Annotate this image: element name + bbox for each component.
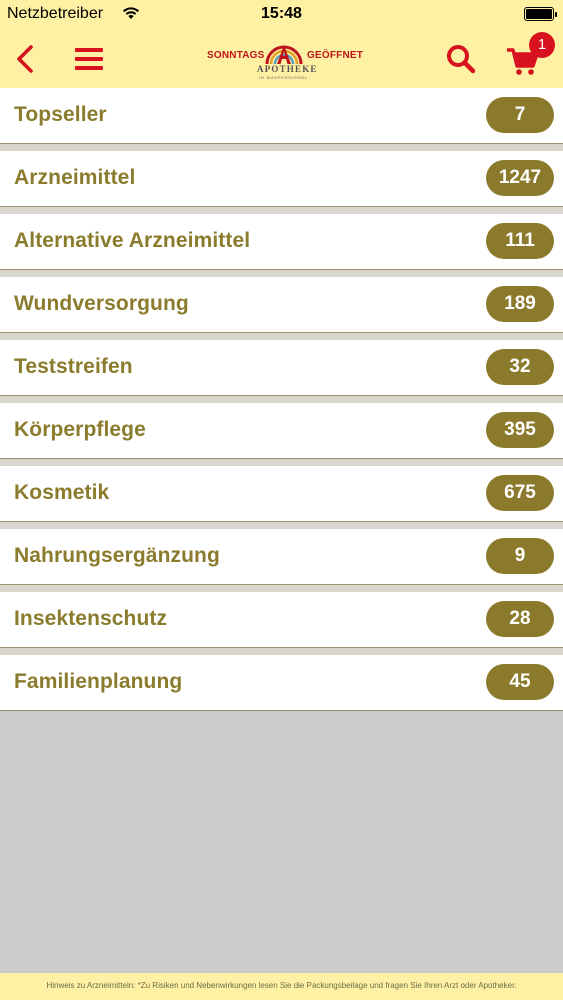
status-bar: Netzbetreiber 15:48 [0,0,563,30]
category-label: Kosmetik [14,481,110,504]
battery-icon [524,7,557,21]
category-label: Insektenschutz [14,607,168,630]
category-count-badge: 28 [486,601,554,637]
category-row-insektenschutz[interactable]: Insektenschutz 28 [0,592,563,648]
logo-subtitle: IN WASPERDIRNDL [259,75,309,80]
category-count-badge: 395 [486,412,554,448]
category-label: Nahrungsergänzung [14,544,220,567]
logo-left-text: SONNTAGS [207,50,265,61]
search-icon [447,45,476,74]
category-label: Teststreifen [14,355,133,378]
category-label: Familienplanung [14,670,183,693]
category-row-arzneimittel[interactable]: Arzneimittel 1247 [0,151,563,207]
row-separator [0,459,563,466]
row-separator [0,207,563,214]
menu-button[interactable] [72,40,106,78]
category-count-badge: 111 [486,223,554,259]
category-label: Wundversorgung [14,292,189,315]
category-row-familienplanung[interactable]: Familienplanung 45 [0,655,563,711]
hamburger-menu-icon [75,48,103,70]
row-separator [0,333,563,340]
row-separator [0,144,563,151]
category-row-nahrungsergaenzung[interactable]: Nahrungsergänzung 9 [0,529,563,585]
category-row-alternative-arzneimittel[interactable]: Alternative Arzneimittel 111 [0,214,563,270]
category-count-badge: 45 [486,664,554,700]
apotheke-arc-icon [265,45,303,65]
row-separator [0,522,563,529]
category-row-teststreifen[interactable]: Teststreifen 32 [0,340,563,396]
row-separator [0,396,563,403]
category-label: Arzneimittel [14,166,136,189]
logo-word: APOTHEKE [257,64,318,74]
row-separator [0,585,563,592]
back-button[interactable] [10,40,40,78]
category-label: Topseller [14,103,107,126]
category-row-kosmetik[interactable]: Kosmetik 675 [0,466,563,522]
category-label: Alternative Arzneimittel [14,229,251,252]
logo-right-text: GEÖFFNET [307,50,364,61]
header-area: Netzbetreiber 15:48 SONNTAGS GEÖFFNET AP… [0,0,563,88]
category-count-badge: 1247 [486,160,554,196]
category-count-badge: 32 [486,349,554,385]
category-row-koerperpflege[interactable]: Körperpflege 395 [0,403,563,459]
category-count-badge: 675 [486,475,554,511]
category-list: Topseller 7 Arzneimittel 1247 Alternativ… [0,88,563,711]
status-time: 15:48 [261,5,302,22]
pharmacy-logo[interactable]: SONNTAGS GEÖFFNET APOTHEKE IN WASPERDIRN… [203,38,363,82]
row-separator [0,648,563,655]
category-count-badge: 189 [486,286,554,322]
cart-count-badge: 1 [529,32,555,58]
row-separator [0,270,563,277]
legal-notice-footer: Hinweis zu Arzneimitteln: *Zu Risiken un… [0,973,563,1000]
category-row-wundversorgung[interactable]: Wundversorgung 189 [0,277,563,333]
nav-bar: SONNTAGS GEÖFFNET APOTHEKE IN WASPERDIRN… [0,30,563,88]
category-count-badge: 7 [486,97,554,133]
search-button[interactable] [443,40,479,78]
cart-button[interactable]: 1 [503,32,557,80]
category-row-topseller[interactable]: Topseller 7 [0,88,563,144]
legal-notice-text: Hinweis zu Arzneimitteln: *Zu Risiken un… [46,981,517,990]
category-label: Körperpflege [14,418,146,441]
back-chevron-icon [17,45,33,73]
category-count-badge: 9 [486,538,554,574]
